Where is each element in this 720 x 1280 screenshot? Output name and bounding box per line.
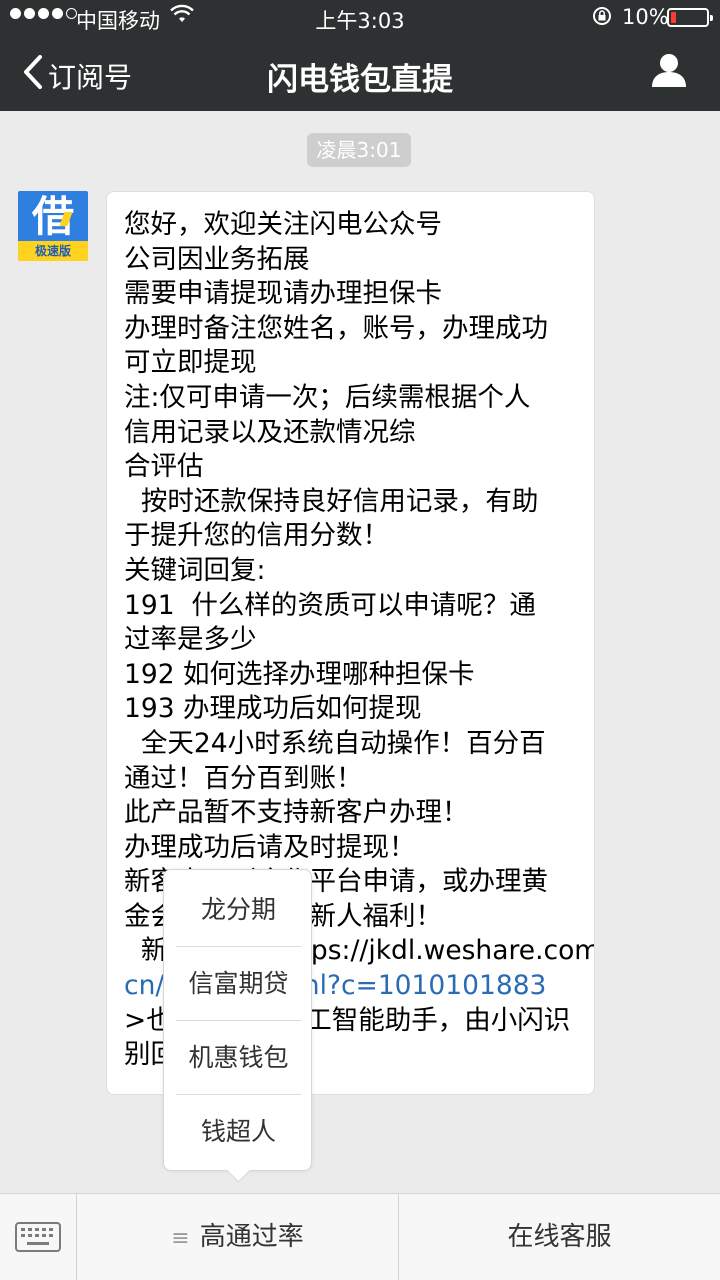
bottom-menu-bar: ≡ 高通过率 在线客服 [0, 1193, 720, 1280]
nav-bar: 订阅号 闪电钱包直提 [0, 36, 720, 111]
avatar-glyph: 借 [31, 192, 74, 241]
message-line: 信用记录以及还款情况综 [124, 416, 416, 448]
menu-button-online-service[interactable]: 在线客服 [399, 1194, 720, 1280]
status-bar: 中国移动 上午3:03 10% [0, 0, 720, 36]
menu-item[interactable]: 信富期贷 [164, 947, 313, 1021]
top-bar: 中国移动 上午3:03 10% 订阅号 闪电钱包直提 [0, 0, 720, 111]
message-line: 通过！百分百到账！ [124, 762, 363, 794]
person-icon[interactable] [650, 52, 688, 92]
avatar[interactable]: 借 极速版 [18, 191, 88, 261]
message-line: 此产品暂不支持新客户办理！ [124, 797, 469, 829]
message-line: 关键词回复: [124, 554, 266, 586]
avatar-band-label: 极速版 [18, 241, 88, 261]
message-line: 您好，欢迎关注闪电公众号 [124, 209, 442, 240]
clock: 上午3:03 [315, 9, 405, 33]
menu-button-high-approval[interactable]: ≡ 高通过率 [77, 1194, 399, 1280]
menu-item[interactable]: 机惠钱包 [164, 1021, 313, 1095]
rotation-lock-icon [592, 6, 612, 31]
message-line: 于提升您的信用分数！ [124, 520, 389, 552]
message-line: 合评估 [124, 451, 204, 483]
message-line: 办理时备注您姓名，账号，办理成功 [124, 312, 548, 344]
menu-button-label: 高通过率 [199, 1222, 304, 1252]
battery-percent: 10% [622, 5, 669, 29]
keyboard-toggle-button[interactable] [0, 1194, 77, 1280]
message-line: 全天24小时系统自动操作！百分百 [124, 727, 546, 759]
battery-icon [667, 8, 713, 27]
message-line: 可立即提现 [124, 347, 257, 379]
message-timestamp: 凌晨3:01 [307, 133, 411, 167]
message-line: 192 如何选择办理哪种担保卡 [124, 658, 475, 690]
page-title: 闪电钱包直提 [267, 62, 453, 98]
message-line: 按时还款保持良好信用记录，有助 [124, 485, 539, 517]
menu-button-label: 在线客服 [507, 1222, 612, 1252]
menu-lines-icon: ≡ [171, 1226, 190, 1251]
message-line: 办理成功后请及时提现！ [124, 831, 416, 863]
message-line: 公司因业务拓展 [124, 243, 310, 275]
menu-item[interactable]: 钱超人 [164, 1095, 313, 1169]
popup-menu: 龙分期 信富期贷 机惠钱包 钱超人 [163, 869, 312, 1171]
message-line: 191 什么样的资质可以申请呢？通 [124, 589, 536, 621]
message-line: 注:仅可申请一次；后续需根据个人 [124, 381, 531, 413]
message-line: 需要申请提现请办理担保卡 [124, 278, 442, 310]
message-line: 193 办理成功后如何提现 [124, 693, 422, 725]
message-line: 过率是多少 [124, 624, 257, 656]
menu-item[interactable]: 龙分期 [164, 873, 313, 947]
